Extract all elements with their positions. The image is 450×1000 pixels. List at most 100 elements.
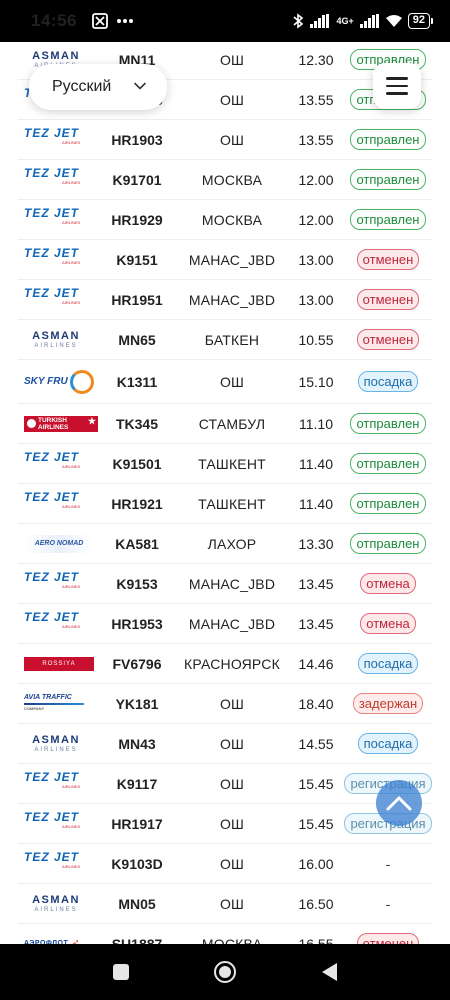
system-nav-bar: [0, 944, 450, 1000]
menu-button[interactable]: [373, 63, 421, 109]
airline-logo-cell: SKY FRU: [18, 360, 98, 403]
airline-logo-cell: TEZ JETAIRLINES: [18, 280, 98, 319]
turkish-airlines-logo: TURKISH AIRLINES ★: [24, 415, 98, 432]
tezjet-logo: TEZ JETAIRLINES: [24, 849, 81, 869]
tezjet-logo: TEZ JETAIRLINES: [24, 125, 81, 145]
destination-city: ОШ: [219, 895, 245, 912]
bluetooth-icon: [293, 13, 304, 29]
status-badge: задержан: [352, 693, 424, 714]
departure-time: 13.00: [298, 251, 334, 268]
departure-time: 10.55: [298, 331, 334, 348]
status-badge: отменен: [356, 289, 420, 310]
departure-time: 13.00: [298, 291, 334, 308]
status-badge: посадка: [357, 733, 419, 754]
departure-time: 11.10: [299, 415, 333, 432]
flight-number: MN65: [118, 331, 156, 348]
status-badge: отправлен: [350, 209, 426, 230]
airline-logo-cell: AERO NOMAD: [18, 524, 98, 563]
flight-number: K91701: [112, 171, 162, 188]
tezjet-logo: TEZ JETAIRLINES: [24, 205, 81, 225]
departure-time: 18.40: [298, 695, 334, 712]
airline-logo-cell: ROSSIYA: [18, 644, 98, 683]
tezjet-logo: TEZ JETAIRLINES: [24, 569, 81, 589]
status-badge: посадка: [357, 371, 419, 392]
status-badge: отправлен: [350, 129, 426, 150]
destination-city: ОШ: [219, 51, 245, 68]
flight-row: TURKISH AIRLINES ★ TK345 СТАМБУЛ 11.10 отправл…: [18, 404, 432, 444]
destination-city: КРАСНОЯРСК: [184, 655, 280, 672]
clock: 14:56: [31, 11, 77, 30]
flight-row: TEZ JETAIRLINESHR1917ОШ15.45регистрация: [18, 804, 432, 844]
airline-logo-cell: AVIA TRAFFIC COMPANY: [18, 684, 98, 723]
battery-icon: 92: [407, 13, 434, 29]
tezjet-logo: TEZ JETAIRLINES: [24, 165, 81, 185]
flight-row: АЭРОФЛОТ ➶ SU1887 МОСКВА 16.55 отменен: [18, 924, 432, 944]
departure-time: 16.50: [298, 895, 334, 912]
flight-number: K9151: [116, 251, 158, 268]
status-badge: отмена: [360, 613, 416, 634]
flight-number: HR1903: [111, 131, 163, 148]
destination-city: МАНАС_JBD: [188, 251, 276, 268]
status-cell: отправлен: [344, 169, 432, 190]
tezjet-logo: TEZ JETAIRLINES: [24, 609, 81, 629]
flight-number: MN43: [118, 735, 156, 752]
rossiya-logo: ROSSIYA: [24, 656, 94, 671]
airline-logo-cell: TURKISH AIRLINES ★: [18, 404, 98, 443]
flight-row: TEZ JET AIRLINES K91501 ТАШКЕНТ 11.40 отправл…: [18, 444, 432, 484]
flight-number: HR1951: [111, 291, 163, 308]
flight-number: K91501: [112, 455, 162, 472]
flight-row: TEZ JET AIRLINES HR1953 МАНАС_JBD 13.45 отмен…: [18, 604, 432, 644]
destination-city: ОШ: [219, 815, 245, 832]
status-badge: отменен: [356, 329, 420, 350]
language-select[interactable]: Русский: [29, 64, 167, 110]
departure-time: 15.10: [298, 373, 334, 390]
status-badge: отменен: [356, 933, 420, 944]
recent-apps-button[interactable]: [112, 964, 129, 980]
status-cell: -: [344, 856, 432, 872]
airline-logo-cell: TEZ JETAIRLINES: [18, 120, 98, 159]
departure-time: 13.30: [298, 535, 334, 552]
status-badge: отменен: [356, 249, 420, 270]
scroll-top-button[interactable]: [376, 780, 422, 826]
flight-number: YK181: [115, 695, 159, 712]
flight-row: ASMAN AIRLINES MN05 ОШ 16.50 -: [18, 884, 432, 924]
departure-time: 13.55: [298, 91, 334, 108]
status-cell: посадка: [344, 653, 432, 674]
more-notifications-icon: [117, 19, 133, 23]
status-cell: отправлен: [344, 209, 432, 230]
status-badge: отправлен: [350, 169, 426, 190]
notification-icons: [92, 13, 134, 29]
flight-number: K9103D: [111, 855, 163, 872]
chevron-up-icon: [386, 796, 412, 811]
destination-city: МАНАС_JBD: [188, 615, 276, 632]
flight-number: HR1917: [111, 815, 163, 832]
airline-logo-cell: ASMANAIRLINES: [18, 884, 98, 923]
status-cell: отмена: [344, 573, 432, 594]
flight-row: TEZ JET AIRLINES HR1951 МАНАС_JBD 13.00 отмен…: [18, 280, 432, 320]
status-badge: отмена: [360, 573, 416, 594]
destination-city: ОШ: [219, 131, 245, 148]
language-selected-label: Русский: [52, 78, 112, 95]
destination-city: ТАШКЕНТ: [198, 455, 266, 472]
flight-row: AVIA TRAFFIC COMPANY YK181 ОШ 18.40 задержан: [18, 684, 432, 724]
flight-row: ASMAN AIRLINES MN43 ОШ 14.55 посадка: [18, 724, 432, 764]
flight-number: TK345: [115, 415, 159, 432]
back-button[interactable]: [322, 963, 338, 981]
status-cell: отменен: [344, 289, 432, 310]
tezjet-logo: TEZ JETAIRLINES: [24, 245, 81, 265]
departure-time: 12.00: [298, 171, 334, 188]
flight-row: TEZ JET AIRLINES HR1921 ТАШКЕНТ 11.40 отправл…: [18, 484, 432, 524]
wifi-icon: [385, 14, 402, 27]
airline-logo-cell: TEZ JETAIRLINES: [18, 444, 98, 483]
status-badge: отправлен: [350, 493, 426, 514]
flight-row: TEZ JET AIRLINES K9103D ОШ 16.00 -: [18, 844, 432, 884]
flight-row: ASMAN AIRLINES MN65 БАТКЕН 10.55 отменен: [18, 320, 432, 360]
skyfru-logo: SKY FRU: [24, 369, 94, 394]
notification-app-icon: [92, 13, 108, 29]
aero-nomad-logo: AERO NOMAD: [24, 534, 94, 553]
chevron-down-icon: [134, 82, 146, 90]
home-button[interactable]: [214, 961, 237, 983]
flight-row: TEZ JET AIRLINES K9151 МАНАС_JBD 13.00 отмене…: [18, 240, 432, 280]
flight-row: TEZ JET AIRLINES K9153 МАНАС_JBD 13.45 отмена: [18, 564, 432, 604]
network-type: 4G+: [336, 15, 354, 26]
